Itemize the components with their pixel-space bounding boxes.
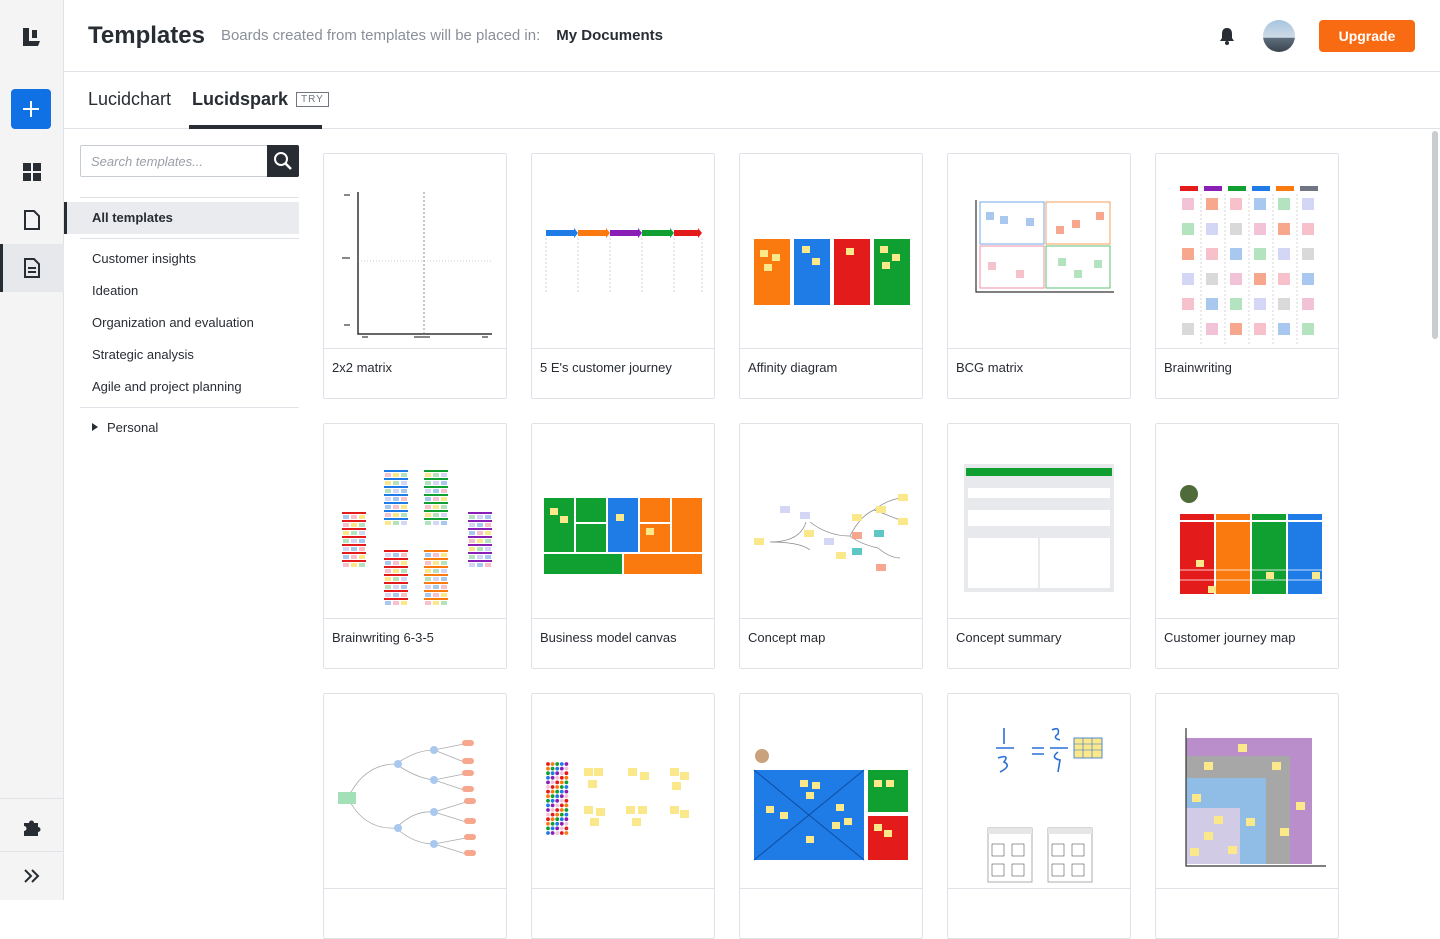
template-card[interactable]: 5 E's customer journey xyxy=(531,153,715,399)
templates-icon xyxy=(24,258,40,278)
template-card[interactable]: Concept map xyxy=(739,423,923,669)
template-card[interactable]: Brainwriting xyxy=(1155,153,1339,399)
puzzle-icon xyxy=(24,820,41,836)
sidebar-divider xyxy=(80,238,299,239)
template-thumbnail xyxy=(1156,154,1338,349)
template-name: Concept summary xyxy=(956,630,1062,645)
template-thumbnail xyxy=(1156,694,1338,889)
template-name: Brainwriting 6-3-5 xyxy=(332,630,434,645)
template-card[interactable]: BCG matrix xyxy=(947,153,1131,399)
template-card[interactable] xyxy=(1155,693,1339,939)
sidebar-divider xyxy=(80,197,299,198)
sidebar-item-organization[interactable]: Organization and evaluation xyxy=(92,315,254,330)
sidebar-item-strategic-analysis[interactable]: Strategic analysis xyxy=(92,347,194,362)
template-thumbnail xyxy=(1156,424,1338,619)
template-name: 2x2 matrix xyxy=(332,360,392,375)
template-thumbnail xyxy=(324,694,506,889)
dashboard-icon xyxy=(23,163,41,181)
product-tabs: Lucidchart Lucidspark TRY xyxy=(64,72,1440,129)
template-thumbnail xyxy=(324,424,506,619)
template-thumbnail xyxy=(532,694,714,889)
template-card[interactable]: Customer journey map xyxy=(1155,423,1339,669)
template-card[interactable] xyxy=(323,693,507,939)
expand-icon xyxy=(24,869,40,883)
template-name: Concept map xyxy=(748,630,826,645)
page-title: Templates xyxy=(88,21,205,49)
template-name: Business model canvas xyxy=(540,630,677,645)
nav-templates[interactable] xyxy=(0,244,64,292)
avatar[interactable] xyxy=(1263,20,1295,52)
sidebar-item-agile[interactable]: Agile and project planning xyxy=(92,379,242,394)
placement-folder[interactable]: My Documents xyxy=(556,27,663,44)
notifications-button[interactable] xyxy=(1217,26,1237,46)
nav-dashboard[interactable] xyxy=(0,148,64,196)
rail-divider xyxy=(0,798,64,799)
template-thumbnail xyxy=(948,694,1130,889)
search-box xyxy=(80,145,299,177)
tab-label: Lucidspark xyxy=(192,89,289,109)
expand-rail-button[interactable] xyxy=(0,852,64,900)
lucid-logo-icon[interactable] xyxy=(20,26,42,48)
template-thumbnail xyxy=(532,154,714,349)
upgrade-button[interactable]: Upgrade xyxy=(1319,20,1415,52)
search-icon xyxy=(274,152,292,170)
template-thumbnail xyxy=(740,424,922,619)
plus-icon xyxy=(23,101,39,117)
try-badge: TRY xyxy=(296,92,329,107)
document-icon xyxy=(24,210,40,230)
template-card[interactable]: Concept summary xyxy=(947,423,1131,669)
placement-note: Boards created from templates will be pl… xyxy=(220,27,541,44)
scrollbar-thumb[interactable] xyxy=(1432,131,1438,339)
caret-right-icon xyxy=(92,423,98,431)
bell-icon xyxy=(1220,28,1234,45)
active-tab-indicator xyxy=(189,125,322,129)
template-card[interactable]: Brainwriting 6-3-5 xyxy=(323,423,507,669)
nav-documents[interactable] xyxy=(0,196,64,244)
new-document-button[interactable] xyxy=(11,89,51,129)
template-name: BCG matrix xyxy=(956,360,1024,375)
template-name: Affinity diagram xyxy=(748,360,838,375)
template-thumbnail xyxy=(948,154,1130,349)
template-name: Brainwriting xyxy=(1164,360,1232,375)
template-card[interactable] xyxy=(531,693,715,939)
template-card[interactable]: Affinity diagram xyxy=(739,153,923,399)
tab-label: Lucidchart xyxy=(88,89,172,109)
left-rail xyxy=(0,0,64,900)
template-card[interactable]: Business model canvas xyxy=(531,423,715,669)
template-thumbnail xyxy=(948,424,1130,619)
template-thumbnail xyxy=(532,424,714,619)
sidebar-divider xyxy=(80,407,299,408)
search-input[interactable] xyxy=(81,146,267,176)
nav-integrations[interactable] xyxy=(0,803,64,851)
template-card[interactable]: 2x2 matrix xyxy=(323,153,507,399)
sidebar-item-customer-insights[interactable]: Customer insights xyxy=(92,251,196,266)
search-button[interactable] xyxy=(267,145,299,177)
page-header: Templates Boards created from templates … xyxy=(64,0,1440,72)
template-card[interactable] xyxy=(739,693,923,939)
sidebar-item-label: Personal xyxy=(107,420,159,435)
template-thumbnail xyxy=(740,154,922,349)
tab-lucidspark[interactable]: Lucidspark TRY xyxy=(192,89,329,110)
template-thumbnail xyxy=(740,694,922,889)
template-name: Customer journey map xyxy=(1164,630,1296,645)
template-name: 5 E's customer journey xyxy=(540,360,672,375)
sidebar-item-ideation[interactable]: Ideation xyxy=(92,283,138,298)
template-card[interactable] xyxy=(947,693,1131,939)
template-thumbnail xyxy=(324,154,506,349)
tab-lucidchart[interactable]: Lucidchart xyxy=(88,89,171,110)
sidebar-item-all-templates[interactable]: All templates xyxy=(64,202,299,234)
sidebar-item-personal[interactable]: Personal xyxy=(92,420,158,435)
